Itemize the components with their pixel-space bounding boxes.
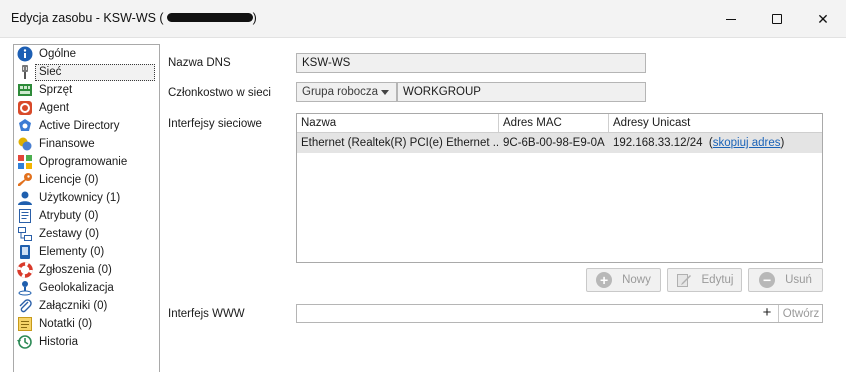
nav-item-zestawy[interactable]: Zestawy (0) bbox=[14, 225, 159, 243]
sets-icon bbox=[17, 226, 33, 242]
dropdown-arrow-icon bbox=[381, 90, 389, 95]
nav-item-atrybuty[interactable]: Atrybuty (0) bbox=[14, 207, 159, 225]
column-header-name[interactable]: Nazwa bbox=[297, 114, 499, 132]
nav-item-active-directory[interactable]: Active Directory bbox=[14, 117, 159, 135]
nav-item-licencje[interactable]: Licencje (0) bbox=[14, 171, 159, 189]
www-interface-field[interactable]: + Otwórz bbox=[296, 304, 823, 323]
window-title-suffix: ) bbox=[252, 11, 257, 25]
nav-item-zgloszenia[interactable]: Zgłoszenia (0) bbox=[14, 261, 159, 279]
dns-label: Nazwa DNS bbox=[168, 57, 231, 69]
nav-item-label: Sprzęt bbox=[39, 83, 73, 96]
copy-link-close-paren: ) bbox=[780, 137, 785, 149]
nav-item-label: Elementy (0) bbox=[39, 245, 105, 258]
interfaces-table: Nazwa Adres MAC Adresy Unicast Ethernet … bbox=[296, 113, 823, 263]
nav-item-label: Licencje (0) bbox=[39, 173, 99, 186]
cell-interface-name: Ethernet (Realtek(R) PCI(e) Ethernet ... bbox=[301, 137, 499, 149]
edit-button[interactable]: Edytuj bbox=[667, 268, 742, 292]
dns-name-field[interactable]: KSW-WS bbox=[296, 53, 646, 73]
nav-item-label: Zgłoszenia (0) bbox=[39, 263, 112, 276]
notes-icon bbox=[17, 316, 33, 332]
section-nav: Ogólne Sieć Sprzęt Agent Active Director… bbox=[13, 44, 160, 372]
interfaces-label: Interfejsy sieciowe bbox=[168, 118, 262, 130]
hardware-icon bbox=[17, 82, 33, 98]
network-plug-icon bbox=[17, 64, 33, 80]
history-icon bbox=[17, 334, 33, 350]
key-icon bbox=[17, 172, 33, 188]
nav-item-label: Ogólne bbox=[39, 47, 77, 60]
lifebuoy-icon bbox=[17, 262, 33, 278]
delete-button-label: Usuń bbox=[785, 274, 812, 286]
nav-item-uzytkownicy[interactable]: Użytkownicy (1) bbox=[14, 189, 159, 207]
window-title-text: Edycja zasobu - KSW-WS ( bbox=[11, 11, 164, 25]
edit-icon bbox=[676, 272, 692, 288]
new-button[interactable]: + Nowy bbox=[586, 268, 661, 292]
nav-item-oprogramowanie[interactable]: Oprogramowanie bbox=[14, 153, 159, 171]
cell-unicast: 192.168.33.12/24 (skopiuj adres) bbox=[609, 133, 822, 153]
nav-item-notatki[interactable]: Notatki (0) bbox=[14, 315, 159, 333]
nav-item-geolokalizacja[interactable]: Geolokalizacja bbox=[14, 279, 159, 297]
close-button[interactable]: ✕ bbox=[800, 0, 846, 38]
minimize-button[interactable] bbox=[708, 0, 754, 38]
delete-button[interactable]: − Usuń bbox=[748, 268, 823, 292]
close-icon: ✕ bbox=[817, 11, 829, 27]
cell-mac-address: 9C-6B-00-98-E9-0A bbox=[503, 137, 605, 149]
attributes-icon bbox=[17, 208, 33, 224]
www-label: Interfejs WWW bbox=[168, 308, 245, 320]
edit-button-label: Edytuj bbox=[701, 274, 734, 286]
maximize-icon bbox=[772, 14, 782, 24]
agent-icon bbox=[17, 100, 33, 116]
info-icon bbox=[17, 46, 33, 62]
nav-item-label: Sieć bbox=[35, 63, 155, 81]
nav-item-label: Oprogramowanie bbox=[39, 155, 128, 168]
new-button-label: Nowy bbox=[622, 274, 651, 286]
table-row[interactable]: Ethernet (Realtek(R) PCI(e) Ethernet ...… bbox=[297, 133, 822, 153]
table-header: Nazwa Adres MAC Adresy Unicast bbox=[297, 114, 822, 133]
attachment-icon bbox=[17, 298, 33, 314]
remove-icon: − bbox=[759, 272, 776, 288]
minimize-icon bbox=[726, 18, 736, 20]
nav-item-label: Załączniki (0) bbox=[39, 299, 108, 312]
column-header-mac[interactable]: Adres MAC bbox=[499, 114, 609, 132]
membership-type-select[interactable]: Grupa robocza bbox=[296, 82, 397, 102]
title-bar: Edycja zasobu - KSW-WS () ✕ bbox=[0, 0, 846, 38]
nav-item-zalaczniki[interactable]: Załączniki (0) bbox=[14, 297, 159, 315]
redacted-text bbox=[166, 13, 253, 23]
nav-item-label: Active Directory bbox=[39, 119, 120, 132]
add-url-icon[interactable]: + bbox=[759, 305, 775, 322]
maximize-button[interactable] bbox=[754, 0, 800, 38]
column-header-unicast[interactable]: Adresy Unicast bbox=[609, 114, 822, 132]
nav-item-label: Historia bbox=[39, 335, 78, 348]
nav-item-finansowe[interactable]: Finansowe bbox=[14, 135, 159, 153]
nav-item-label: Zestawy (0) bbox=[39, 227, 100, 240]
open-url-button[interactable]: Otwórz bbox=[778, 305, 823, 322]
nav-item-label: Notatki (0) bbox=[39, 317, 93, 330]
nav-item-label: Finansowe bbox=[39, 137, 95, 150]
nav-item-sprzet[interactable]: Sprzęt bbox=[14, 81, 159, 99]
nav-item-label: Geolokalizacja bbox=[39, 281, 114, 294]
nav-item-agent[interactable]: Agent bbox=[14, 99, 159, 117]
nav-item-siec[interactable]: Sieć bbox=[14, 63, 159, 81]
membership-label: Członkostwo w sieci bbox=[168, 87, 271, 99]
user-icon bbox=[17, 190, 33, 206]
copy-address-link[interactable]: skopiuj adres bbox=[713, 137, 781, 149]
nav-item-label: Atrybuty (0) bbox=[39, 209, 99, 222]
elements-icon bbox=[17, 244, 33, 260]
nav-item-label: Agent bbox=[39, 101, 70, 114]
workgroup-field[interactable]: WORKGROUP bbox=[397, 82, 646, 102]
geolocation-icon bbox=[17, 280, 33, 296]
active-directory-icon bbox=[17, 118, 33, 134]
window-title: Edycja zasobu - KSW-WS () bbox=[11, 11, 257, 25]
nav-item-elementy[interactable]: Elementy (0) bbox=[14, 243, 159, 261]
nav-item-label: Użytkownicy (1) bbox=[39, 191, 121, 204]
software-icon bbox=[17, 154, 33, 170]
nav-item-ogolne[interactable]: Ogólne bbox=[14, 45, 159, 63]
nav-item-historia[interactable]: Historia bbox=[14, 333, 159, 351]
unicast-address: 192.168.33.12/24 bbox=[613, 137, 703, 149]
add-icon: + bbox=[596, 272, 613, 288]
membership-type-value: Grupa robocza bbox=[302, 86, 379, 98]
finance-icon bbox=[17, 136, 33, 152]
